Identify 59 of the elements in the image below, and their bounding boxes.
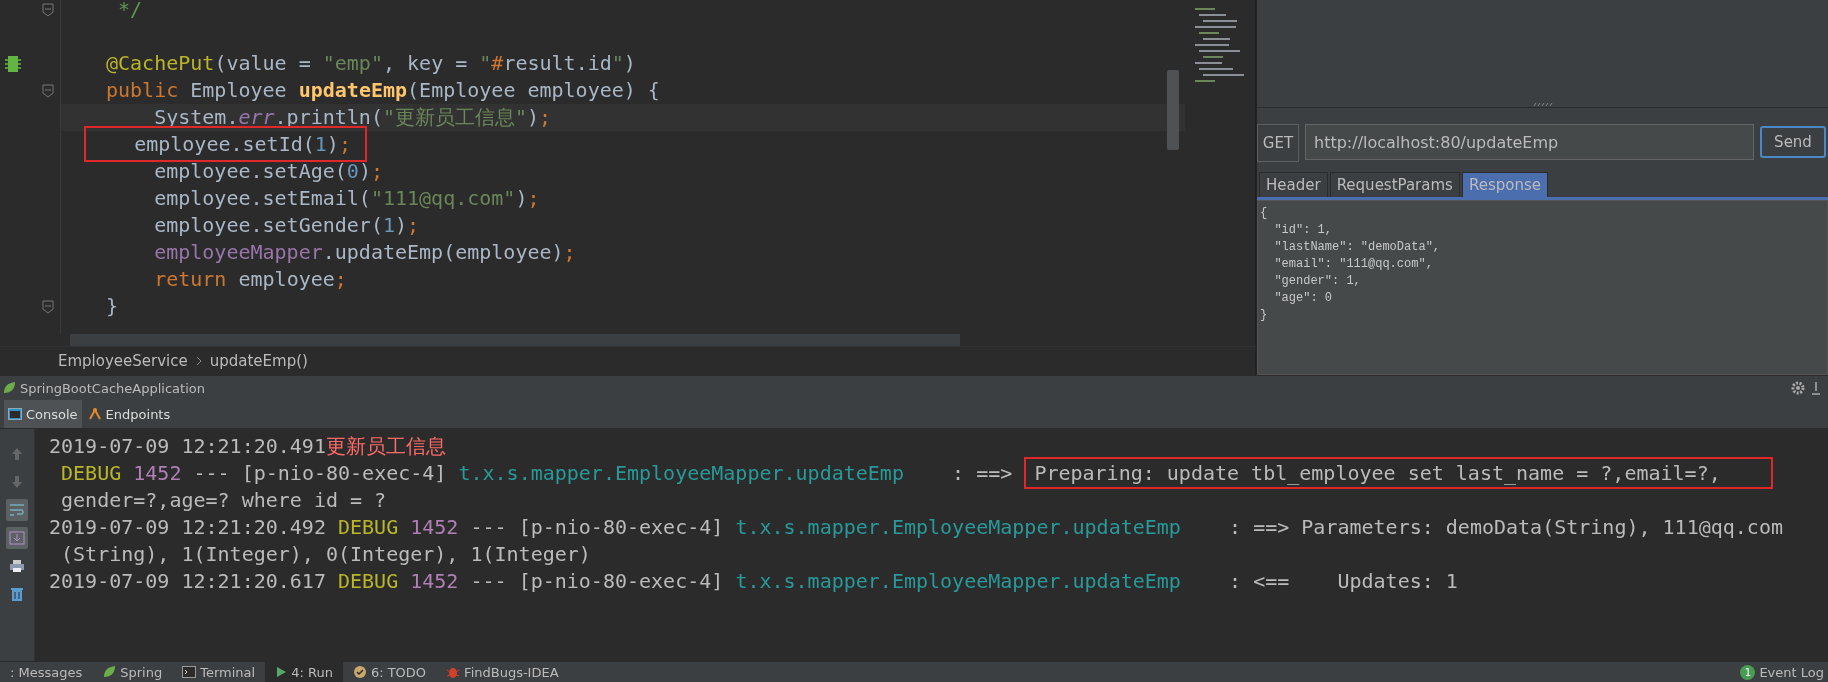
scrollbar-thumb[interactable] bbox=[1167, 70, 1179, 150]
spring-leaf-icon bbox=[2, 381, 16, 395]
tool-window-button[interactable]: Spring bbox=[92, 662, 173, 682]
code-line: */ bbox=[117, 0, 144, 23]
code-line: public Employee updateEmp(Employee employee) { bbox=[105, 77, 661, 104]
notification-badge: 1 bbox=[1740, 664, 1756, 680]
log-line: DEBUG 1452 --- [p-nio-80-exec-4] t.x.s.mapper.EmployeeMapper.updateEmp : ==> Preparing: update tbl_employee set last_name = ?,email=?, bbox=[49, 460, 1828, 487]
terminal-icon bbox=[182, 666, 197, 678]
console-icon bbox=[8, 408, 22, 420]
response-line: "gender": 1, bbox=[1273, 273, 1362, 290]
breadcrumb-item[interactable]: EmployeeService bbox=[58, 352, 188, 370]
log-line: 2019-07-09 12:21:20.617 DEBUG 1452 --- [p-nio-80-exec-4] t.x.s.mapper.EmployeeMapper.updateEmp : <== Updates: 1 bbox=[49, 568, 1459, 595]
code-line: @CachePut(value = "emp", key = "#result.id") bbox=[105, 50, 637, 77]
tool-window-button[interactable]: 6: TODO bbox=[342, 662, 437, 682]
log-line: gender=?,age=? where id = ? bbox=[60, 487, 388, 514]
tool-window-button[interactable]: FindBugs-IDEA bbox=[436, 662, 569, 682]
log-line: 2019-07-09 12:21:20.491更新员工信息 bbox=[49, 433, 447, 460]
log-line: 2019-07-09 12:21:20.492 DEBUG 1452 --- [p-nio-80-exec-4] t.x.s.mapper.EmployeeMapper.updateEmp : ==> Parameters: demoData(String), 111@qq.com bbox=[49, 514, 1784, 541]
code-line: employee.setAge(0); bbox=[153, 158, 384, 185]
splitter-grip-icon[interactable] bbox=[1532, 102, 1553, 107]
settings-icon[interactable] bbox=[1790, 380, 1806, 396]
url-field[interactable]: http://localhost:80/updateEmp bbox=[1305, 124, 1754, 160]
tool-window-button[interactable]: : Messages bbox=[0, 662, 93, 682]
response-line: } bbox=[1260, 307, 1269, 324]
event-log-button[interactable]: Event Log bbox=[1759, 664, 1824, 680]
response-line: "id": 1, bbox=[1273, 222, 1333, 239]
code-line: } bbox=[105, 293, 120, 320]
code-line: employee.setGender(1); bbox=[153, 212, 421, 239]
code-line: employee.setEmail("111@qq.com"); bbox=[153, 185, 541, 212]
tool-window-button[interactable]: Terminal bbox=[172, 662, 266, 682]
bean-icon[interactable] bbox=[4, 53, 22, 74]
pin-icon[interactable] bbox=[1810, 381, 1822, 395]
send-button[interactable]: Send bbox=[1760, 126, 1826, 158]
response-line: "age": 0 bbox=[1273, 290, 1333, 307]
bug-icon bbox=[446, 665, 461, 679]
console-tab[interactable]: Endpoints bbox=[83, 400, 175, 428]
todo-icon bbox=[352, 665, 367, 679]
console-tab[interactable]: Console bbox=[4, 400, 82, 428]
log-line: (String), 1(Integer), 0(Integer), 1(Integer) bbox=[60, 541, 592, 568]
tab[interactable]: Header bbox=[1259, 172, 1328, 197]
breadcrumb-item[interactable]: updateEmp() bbox=[209, 352, 308, 370]
fold-icon[interactable] bbox=[42, 2, 54, 17]
tool-window-button[interactable]: 4: Run bbox=[265, 662, 343, 682]
fold-icon[interactable] bbox=[42, 83, 54, 98]
response-line: "lastName": "demoData", bbox=[1273, 239, 1442, 256]
soft-wrap-icon[interactable] bbox=[6, 499, 28, 521]
code-line: return employee; bbox=[153, 266, 348, 293]
tab[interactable]: RequestParams bbox=[1329, 172, 1460, 197]
fold-icon[interactable] bbox=[42, 299, 54, 314]
leaf-icon bbox=[102, 665, 117, 679]
chevron-icon bbox=[195, 356, 202, 366]
method-dropdown[interactable]: GET bbox=[1257, 124, 1299, 162]
code-line: employeeMapper.updateEmp(employee); bbox=[153, 239, 577, 266]
run-title: SpringBootCacheApplication bbox=[20, 380, 206, 396]
run-icon bbox=[275, 666, 288, 678]
response-line: "email": "111@qq.com", bbox=[1273, 256, 1434, 273]
nodes-icon bbox=[87, 407, 102, 421]
response-line: { bbox=[1260, 205, 1269, 222]
scroll-to-end-icon[interactable] bbox=[6, 527, 28, 549]
